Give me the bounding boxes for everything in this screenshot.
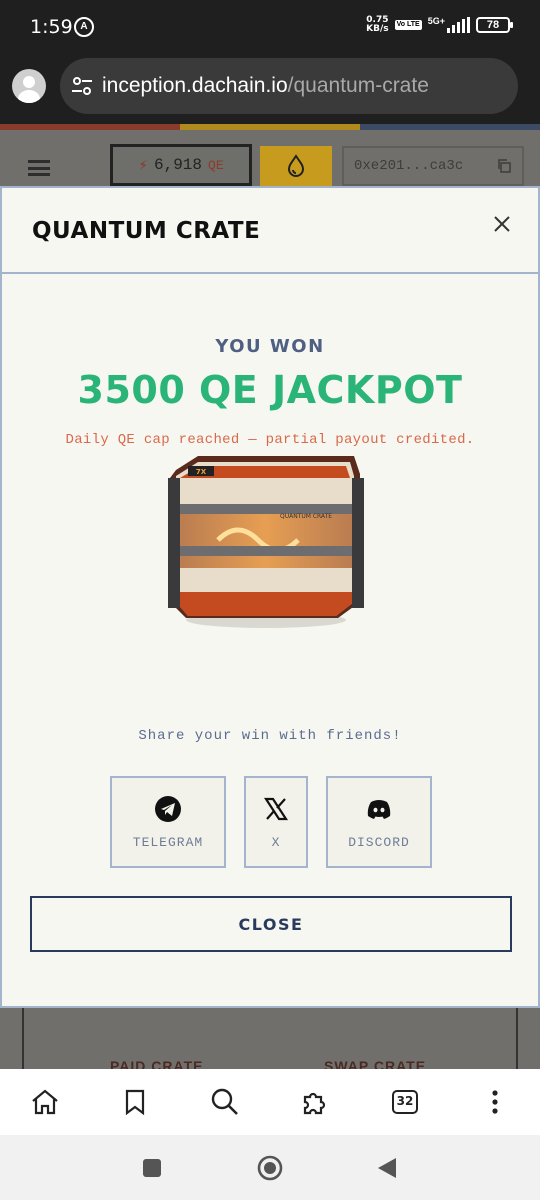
crate-cards: PAID CRATE SWAP CRATE	[22, 1004, 518, 1069]
share-telegram-button[interactable]: TELEGRAM	[110, 776, 226, 868]
search-icon	[211, 1088, 238, 1115]
copy-icon[interactable]	[496, 158, 512, 174]
home-icon	[32, 1089, 58, 1115]
signal-icon	[447, 17, 470, 33]
share-label: TELEGRAM	[132, 834, 204, 850]
tabs-icon: 32	[392, 1090, 418, 1114]
url-text[interactable]: inception.dachain.io/quantum-crate	[102, 74, 429, 98]
color-strip	[0, 124, 540, 130]
x-icon	[263, 797, 289, 820]
status-bar: 1:59 A 0.75 KB/s Vo LTE 5G+ 78	[0, 0, 540, 54]
site-settings-icon[interactable]	[70, 74, 94, 98]
svg-text:QUANTUM CRATE: QUANTUM CRATE	[280, 513, 332, 520]
discord-icon	[367, 799, 391, 819]
share-discord-button[interactable]: DISCORD	[326, 776, 432, 868]
drop-icon	[287, 154, 305, 177]
faucet-button[interactable]	[260, 146, 332, 186]
browser-bottom-nav: 32	[0, 1069, 540, 1135]
search-button[interactable]	[205, 1082, 245, 1122]
share-label: X	[271, 834, 281, 850]
status-indicators: 0.75 KB/s Vo LTE 5G+ 78	[366, 15, 513, 34]
url-domain: inception.dachain.io	[102, 74, 288, 97]
swap-crate-label[interactable]: SWAP CRATE	[324, 1058, 426, 1069]
modal-header: QUANTUM CRATE	[2, 188, 538, 274]
telegram-icon	[155, 795, 181, 822]
close-icon[interactable]	[490, 212, 514, 236]
cap-notice: Daily QE cap reached — partial payout cr…	[65, 432, 475, 448]
home-button[interactable]	[25, 1082, 65, 1122]
share-prompt: Share your win with friends!	[138, 728, 402, 744]
share-label: DISCORD	[348, 834, 410, 850]
paid-crate-label[interactable]: PAID CRATE	[110, 1058, 203, 1069]
status-time: 1:59	[30, 16, 73, 38]
quantum-crate-image: 7X QUANTUM CRATE	[168, 456, 364, 628]
result-modal: QUANTUM CRATE YOU WON 3500 QE JACKPOT Da…	[0, 186, 540, 1008]
share-x-button[interactable]: X	[244, 776, 308, 868]
network-speed: 0.75 KB/s	[366, 15, 389, 34]
menu-icon[interactable]	[28, 160, 50, 176]
more-icon	[492, 1090, 498, 1114]
volte-badge: Vo LTE	[394, 20, 422, 30]
wallet-address[interactable]: 0xe201...ca3c	[342, 146, 524, 186]
svg-text:7X: 7X	[196, 468, 207, 476]
bookmark-button[interactable]	[115, 1082, 155, 1122]
battery-icon: 78	[476, 17, 513, 33]
more-menu-button[interactable]	[475, 1082, 515, 1122]
extensions-icon	[303, 1092, 326, 1115]
wallet-text: 0xe201...ca3c	[354, 158, 464, 174]
browser-toolbar: inception.dachain.io/quantum-crate	[0, 54, 540, 124]
balance-value: 6,918	[154, 156, 203, 174]
back-icon[interactable]	[376, 1157, 398, 1179]
prize-amount: 3500 QE JACKPOT	[77, 368, 463, 412]
profile-avatar[interactable]	[12, 69, 46, 103]
balance-unit: QE	[208, 157, 224, 173]
home-circle-icon[interactable]	[256, 1154, 284, 1182]
recents-icon[interactable]	[142, 1158, 162, 1178]
network-type: 5G+	[427, 16, 445, 26]
modal-title: QUANTUM CRATE	[32, 218, 261, 244]
bookmark-icon	[125, 1089, 145, 1116]
lightning-icon: ⚡︎	[138, 157, 148, 175]
notification-app-icon: A	[74, 17, 94, 37]
url-path: /quantum-crate	[287, 74, 429, 97]
qe-balance: ⚡︎ 6,918 QE	[110, 144, 252, 186]
result-heading: YOU WON	[215, 336, 325, 357]
system-navigation	[0, 1135, 540, 1200]
address-bar[interactable]: inception.dachain.io/quantum-crate	[60, 58, 518, 114]
tabs-button[interactable]: 32	[385, 1082, 425, 1122]
close-button[interactable]: CLOSE	[30, 896, 512, 952]
extensions-button[interactable]	[295, 1082, 335, 1122]
